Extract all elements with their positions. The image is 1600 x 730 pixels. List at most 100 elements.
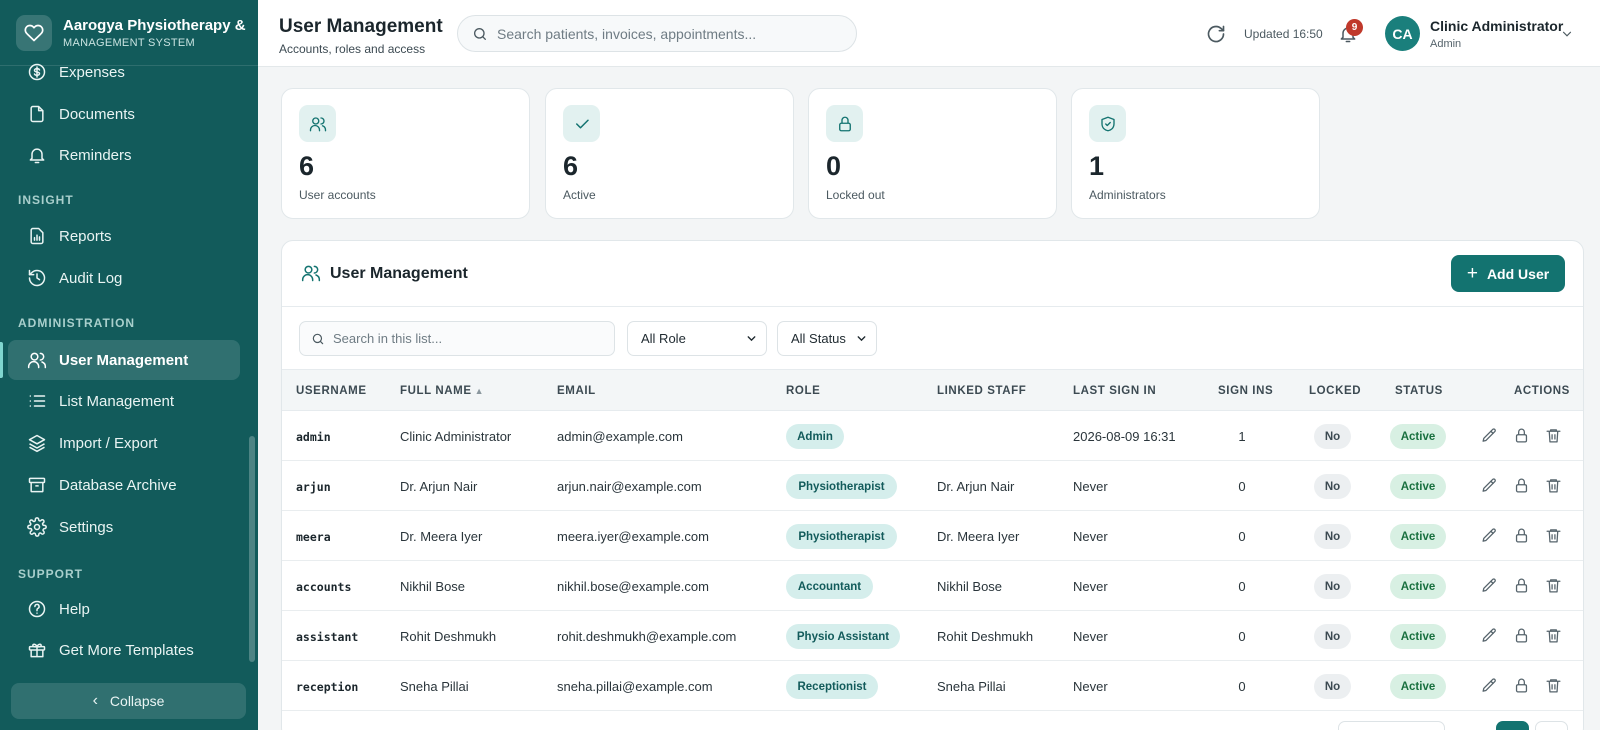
- edit-icon[interactable]: [1481, 627, 1498, 644]
- cell-linked-staff: Dr. Arjun Nair: [937, 479, 1015, 494]
- cell-full-name: Dr. Arjun Nair: [400, 479, 478, 494]
- page-button-next[interactable]: [1535, 721, 1568, 730]
- collapse-label: Collapse: [109, 693, 165, 709]
- page-subtitle: Accounts, roles and access: [279, 42, 426, 56]
- avatar[interactable]: CA: [1385, 16, 1420, 51]
- delete-icon[interactable]: [1545, 477, 1562, 494]
- cell-sign-ins: 0: [1238, 579, 1246, 594]
- status-filter-select[interactable]: All Status: [777, 321, 877, 356]
- table-row[interactable]: meera Dr. Meera Iyer meera.iyer@example.co…: [282, 511, 1583, 561]
- search-icon: [312, 333, 324, 344]
- sidebar-item-audit-log[interactable]: Audit Log: [8, 258, 240, 298]
- table-row[interactable]: admin Clinic Administrator admin@example.c…: [282, 411, 1583, 461]
- sidebar-item-label: Reports: [59, 227, 112, 245]
- user-name[interactable]: Clinic Administrator: [1430, 18, 1563, 34]
- col-sign-ins[interactable]: SIGN INS: [1218, 385, 1273, 397]
- refresh-icon[interactable]: [1206, 24, 1226, 44]
- edit-icon[interactable]: [1481, 427, 1498, 444]
- global-search-input[interactable]: [497, 25, 837, 42]
- col-last-sign-in[interactable]: LAST SIGN IN: [1073, 385, 1156, 397]
- archive-icon: [28, 477, 46, 493]
- role-badge: Physio Assistant: [786, 624, 900, 649]
- stat-value: 6: [563, 151, 579, 181]
- plus-icon: +: [1466, 262, 1478, 284]
- chevron-down-icon: [857, 336, 866, 342]
- edit-icon[interactable]: [1481, 527, 1498, 544]
- stat-card-administrators: 1 Administrators: [1071, 88, 1320, 219]
- lock-icon[interactable]: [1513, 677, 1530, 694]
- lock-icon[interactable]: [1513, 627, 1530, 644]
- cell-full-name: Sneha Pillai: [400, 679, 469, 694]
- col-linked-staff[interactable]: LINKED STAFF: [937, 385, 1026, 397]
- sidebar-item-expenses[interactable]: Expenses: [8, 52, 240, 92]
- delete-icon[interactable]: [1545, 427, 1562, 444]
- cell-username: assistant: [296, 630, 359, 644]
- list-search-input[interactable]: [333, 331, 603, 346]
- sidebar-item-database-archive[interactable]: Database Archive: [8, 465, 240, 505]
- check-icon: [563, 105, 600, 142]
- locked-badge: No: [1314, 474, 1351, 499]
- cell-last-sign-in: 2026-08-09 16:31: [1073, 429, 1176, 444]
- delete-icon[interactable]: [1545, 577, 1562, 594]
- table-row[interactable]: accounts Nikhil Bose nikhil.bose@example.c…: [282, 561, 1583, 611]
- sidebar-item-settings[interactable]: Settings: [8, 507, 240, 547]
- status-badge: Active: [1390, 624, 1446, 649]
- collapse-button[interactable]: ‹ Collapse: [11, 683, 246, 719]
- add-user-button[interactable]: + Add User: [1451, 255, 1565, 292]
- locked-badge: No: [1314, 524, 1351, 549]
- lock-icon[interactable]: [1513, 527, 1530, 544]
- delete-icon[interactable]: [1545, 677, 1562, 694]
- lock-icon: [826, 105, 863, 142]
- sidebar: Aarogya Physiotherapy & Rehab MANAGEMENT…: [0, 0, 258, 730]
- col-username[interactable]: USERNAME: [296, 385, 367, 397]
- lock-icon[interactable]: [1513, 427, 1530, 444]
- document-icon: [30, 105, 44, 123]
- col-email[interactable]: EMAIL: [557, 385, 596, 397]
- cell-linked-staff: Rohit Deshmukh: [937, 629, 1034, 644]
- cell-last-sign-in: Never: [1073, 679, 1108, 694]
- table-row[interactable]: arjun Dr. Arjun Nair arjun.nair@example.co…: [282, 461, 1583, 511]
- table-row[interactable]: assistant Rohit Deshmukh rohit.deshmukh@ex…: [282, 611, 1583, 661]
- sidebar-item-get-more-templates[interactable]: Get More Templates: [8, 630, 240, 670]
- global-search[interactable]: [457, 15, 857, 52]
- page-button-current[interactable]: [1496, 721, 1529, 730]
- delete-icon[interactable]: [1545, 627, 1562, 644]
- add-user-label: Add User: [1486, 265, 1550, 282]
- stat-label: User accounts: [299, 188, 376, 202]
- page-title: User Management: [279, 16, 443, 37]
- search-icon: [474, 27, 486, 40]
- edit-icon[interactable]: [1481, 677, 1498, 694]
- lock-icon[interactable]: [1513, 577, 1530, 594]
- layers-icon: [28, 434, 46, 453]
- col-status[interactable]: STATUS: [1395, 385, 1443, 397]
- chevron-left-icon: ‹: [92, 692, 98, 709]
- status-badge: Active: [1390, 524, 1446, 549]
- brand-title: Aarogya Physiotherapy & Rehab: [63, 16, 249, 34]
- sidebar-item-label: User Management: [59, 351, 189, 369]
- sidebar-item-reminders[interactable]: Reminders: [8, 135, 240, 175]
- sidebar-item-documents[interactable]: Documents: [8, 94, 240, 134]
- edit-icon[interactable]: [1481, 577, 1498, 594]
- stat-value: 0: [826, 151, 842, 181]
- lock-icon[interactable]: [1513, 477, 1530, 494]
- delete-icon[interactable]: [1545, 527, 1562, 544]
- cell-username: reception: [296, 680, 359, 694]
- col-full-name[interactable]: FULL NAME ▲: [400, 385, 484, 397]
- sidebar-item-help[interactable]: Help: [8, 589, 240, 629]
- edit-icon[interactable]: [1481, 477, 1498, 494]
- sidebar-item-user-management[interactable]: User Management: [8, 340, 240, 380]
- role-filter-select[interactable]: All Role: [627, 321, 767, 356]
- role-badge: Physiotherapist: [786, 474, 897, 499]
- table-header: USERNAME FULL NAME ▲ EMAIL ROLE LINKED ST…: [282, 369, 1583, 411]
- table-row[interactable]: reception Sneha Pillai sneha.pillai@exampl…: [282, 661, 1583, 711]
- col-locked[interactable]: LOCKED: [1309, 385, 1361, 397]
- list-search[interactable]: [299, 321, 615, 356]
- report-icon: [30, 227, 44, 245]
- page-size-select[interactable]: [1338, 721, 1445, 730]
- sidebar-scrollbar[interactable]: [249, 436, 255, 662]
- col-role[interactable]: ROLE: [786, 385, 820, 397]
- sidebar-item-list-management[interactable]: List Management: [8, 381, 240, 421]
- sidebar-item-import-export[interactable]: Import / Export: [8, 423, 240, 463]
- sidebar-item-reports[interactable]: Reports: [8, 216, 240, 256]
- chevron-down-icon[interactable]: [1560, 27, 1574, 41]
